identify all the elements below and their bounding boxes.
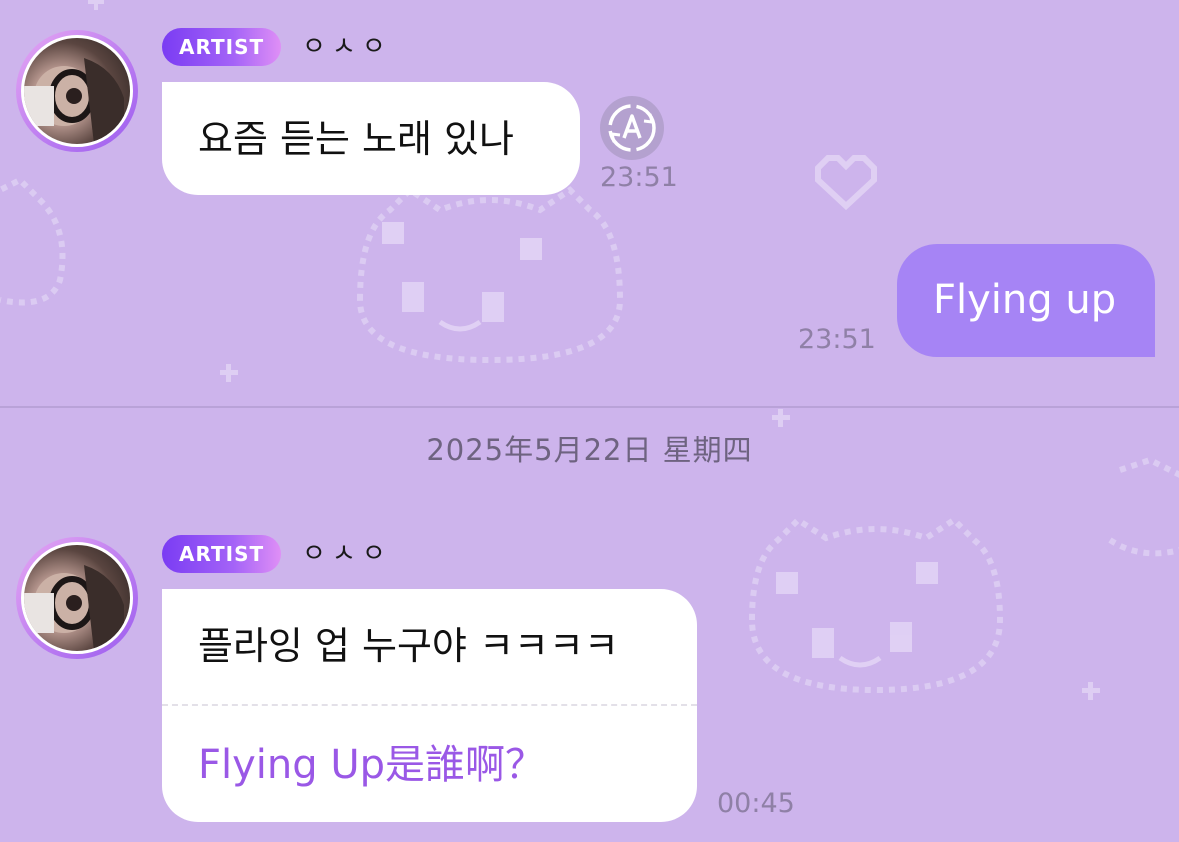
sender-name: ㅇㅅㅇ	[302, 32, 392, 62]
translate-button[interactable]	[600, 96, 664, 160]
message-time: 23:51	[600, 162, 678, 193]
avatar-image	[21, 542, 133, 654]
translate-icon	[608, 104, 656, 152]
message-text: 요즘 듣는 노래 있나	[198, 117, 514, 161]
sender-avatar[interactable]	[16, 30, 138, 152]
message-bubble[interactable]: 플라잉 업 누구야 ㅋㅋㅋㅋ Flying Up是誰啊？	[162, 589, 697, 822]
message-time: 23:51	[798, 324, 876, 355]
message-text: 플라잉 업 누구야 ㅋㅋㅋㅋ	[198, 624, 619, 668]
date-divider	[0, 406, 1179, 408]
date-separator: 2025年5月22日 星期四	[426, 433, 753, 467]
artist-badge: ARTIST	[162, 28, 282, 66]
translated-text: Flying Up是誰啊？	[198, 742, 546, 788]
avatar-image	[21, 35, 133, 147]
sender-name: ㅇㅅㅇ	[302, 539, 392, 569]
artist-badge: ARTIST	[162, 535, 282, 573]
message-text: Flying up	[933, 277, 1117, 323]
translation-divider	[162, 704, 697, 706]
message-time: 00:45	[717, 788, 795, 819]
sender-avatar[interactable]	[16, 537, 138, 659]
message-bubble[interactable]: Flying up	[897, 244, 1155, 357]
message-bubble[interactable]: 요즘 듣는 노래 있나	[162, 82, 580, 195]
